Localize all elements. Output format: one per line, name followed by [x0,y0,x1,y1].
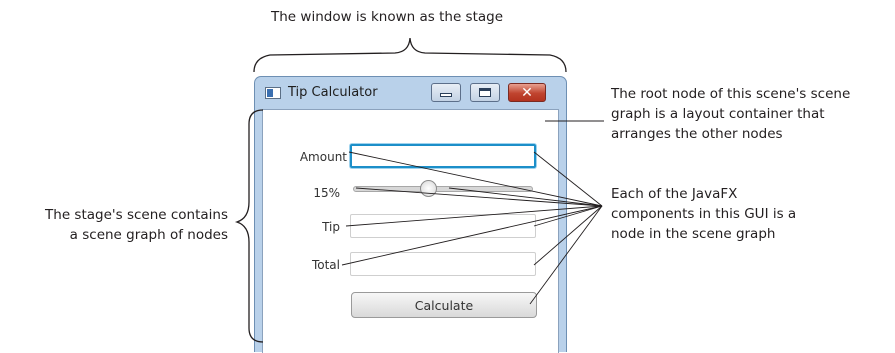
total-field[interactable] [350,252,536,276]
app-icon [265,87,281,99]
scene-annotation: The stage's scene contains a scene graph… [4,205,228,245]
root-node-line-3: arranges the other nodes [611,126,783,142]
tip-label: Tip [322,220,340,234]
tip-field[interactable] [350,214,536,238]
root-layout-container: Amount 15% Tip Total Calculate [262,109,559,353]
stage-brace [253,37,567,73]
components-annotation: Each of the JavaFX components in this GU… [611,184,796,244]
root-node-line-1: The root node of this scene's scene [611,86,851,102]
minimize-icon [440,93,452,97]
close-icon: ✕ [521,84,533,101]
root-node-line-2: graph is a layout container that [611,106,825,122]
tip-percentage-slider-track[interactable] [353,186,533,192]
maximize-icon [479,88,491,97]
calculate-button[interactable]: Calculate [351,292,537,318]
minimize-button[interactable] [431,83,461,102]
window-title: Tip Calculator [288,85,378,100]
scene-line-1: The stage's scene contains [45,207,228,223]
scene-line-2: a scene graph of nodes [69,227,228,243]
amount-field[interactable] [350,144,536,168]
maximize-button[interactable] [470,83,500,102]
components-line-2: components in this GUI is a [611,206,797,222]
stage-annotation-text: The window is known as the stage [271,9,504,25]
components-line-3: node in the scene graph [611,226,776,242]
title-bar[interactable]: Tip Calculator ✕ [255,77,566,109]
stage-window: Tip Calculator ✕ Amount 15% Tip Total Ca… [254,76,567,353]
root-node-annotation: The root node of this scene's scene grap… [611,84,850,144]
amount-label: Amount [299,150,347,164]
components-line-1: Each of the JavaFX [611,186,738,202]
stage-annotation: The window is known as the stage [271,7,503,27]
total-label: Total [311,258,340,272]
percent-label: 15% [313,186,340,200]
close-button[interactable]: ✕ [508,83,546,102]
tip-percentage-slider-thumb[interactable] [420,180,438,197]
